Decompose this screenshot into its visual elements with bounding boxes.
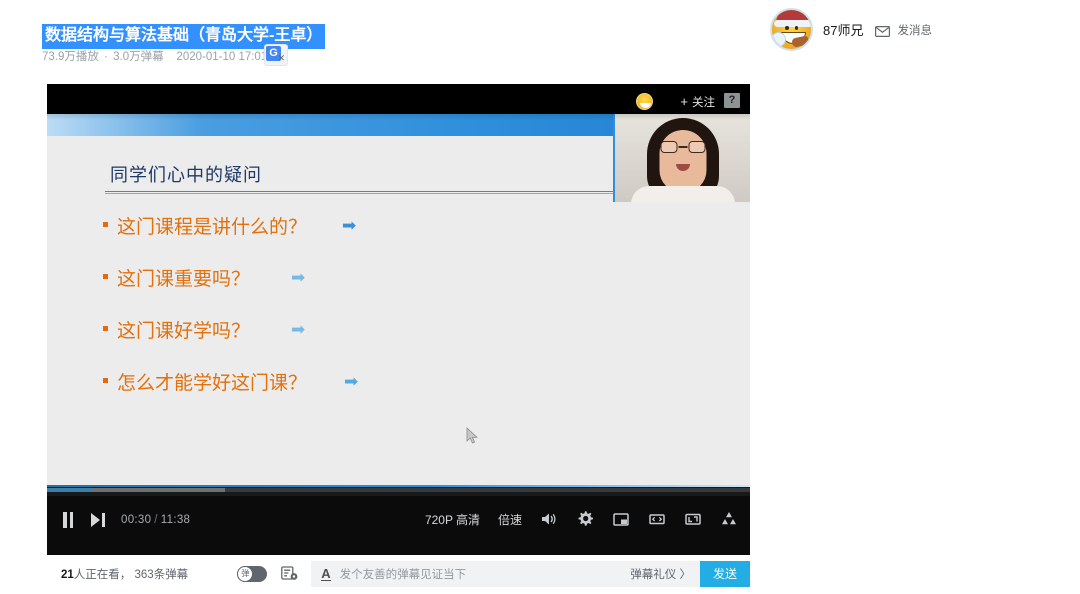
slide-heading: 同学们心中的疑问 [110, 161, 262, 187]
time-separator: / [154, 514, 158, 526]
danmaku-toggle[interactable]: 弹 [237, 566, 267, 582]
arrow-icon: ➡ [291, 321, 305, 338]
bullet-text: 这门课重要吗？ [117, 264, 250, 291]
playback-speed-button[interactable]: 倍速 [498, 511, 522, 528]
danmaku-total-count: 363 [135, 569, 154, 581]
uploader-name[interactable]: 87师兄 [823, 20, 863, 39]
player-controls: 00:30/11:38 720P高清 倍速 [47, 496, 750, 555]
slide-divider [105, 191, 618, 194]
danmaku-count: 3.0万弹幕 [113, 51, 164, 63]
bullet-text: 这门课程是讲什么的？ [117, 212, 307, 239]
webcam-face [659, 130, 706, 192]
slide-bullet: 这门课重要吗？ ➡ [103, 266, 643, 292]
plus-icon: + [680, 94, 688, 109]
quality-value: 720P [425, 513, 453, 527]
bullet-text: 怎么才能学好这门课？ [117, 368, 307, 395]
progress-played [47, 488, 92, 492]
google-translate-icon[interactable]: G ✕ [264, 44, 288, 66]
arrow-icon: ➡ [342, 217, 356, 234]
web-fullscreen-icon[interactable] [720, 510, 738, 528]
player-controls-left: 00:30/11:38 [61, 512, 190, 528]
bullet-text: 这门课好学吗？ [117, 316, 250, 343]
danmaku-input-field[interactable]: A 发个友善的弹幕见证当下 弹幕礼仪 〉 [311, 561, 700, 587]
video-meta: 73.9万播放 · 3.0万弹幕 2020-01-10 17:01:15 [42, 49, 283, 65]
player-controls-right: 720P高清 倍速 [425, 510, 738, 528]
send-danmaku-button[interactable]: 发送 [700, 561, 750, 587]
page-root: 数据结构与算法基础（青岛大学-王卓） 73.9万播放 · 3.0万弹幕 2020… [0, 0, 1080, 594]
watching-suffix: 人正在看， [74, 569, 132, 581]
danmaku-total-suffix: 条弹幕 [154, 569, 189, 581]
overlay-follow-button[interactable]: + 关注 [680, 94, 715, 110]
progress-top-highlight [47, 485, 750, 487]
quality-button[interactable]: 720P高清 [425, 511, 480, 528]
uploader-row: 87师兄 发消息 [770, 8, 932, 51]
translate-close-icon[interactable]: ✕ [277, 53, 285, 64]
slide-bullet: 这门课好学吗？ ➡ [103, 318, 643, 344]
video-main-column: 数据结构与算法基础（青岛大学-王卓） 73.9万播放 · 3.0万弹幕 2020… [0, 0, 760, 594]
pause-button[interactable] [61, 512, 75, 528]
instructor-webcam-overlay [613, 114, 750, 202]
player-top-overlay: + 关注 ? [47, 84, 750, 120]
glasses-icon [660, 141, 705, 154]
slide-bullet-list: 这门课程是讲什么的？ ➡ 这门课重要吗？ ➡ 这门课好学吗？ ➡ [103, 214, 643, 422]
video-player[interactable]: + 关注 ? 同学们心中的疑问 这门课程是讲什么的？ ➡ 这门课重要吗？ [47, 84, 750, 555]
picture-in-picture-icon[interactable] [612, 510, 630, 528]
view-count: 73.9万播放 [42, 51, 99, 63]
avatar-hat [776, 8, 811, 23]
progress-bar[interactable] [47, 485, 750, 496]
widescreen-icon[interactable] [648, 510, 666, 528]
arrow-icon: ➡ [291, 269, 305, 286]
meta-sep-1: · [102, 51, 110, 63]
snowman-icon [771, 32, 786, 47]
time-display: 00:30/11:38 [121, 514, 190, 526]
avatar-scarf [791, 35, 809, 47]
avatar[interactable] [770, 8, 813, 51]
danmaku-etiquette-link[interactable]: 弹幕礼仪 〉 [630, 566, 691, 582]
bullet-square-icon [103, 326, 108, 331]
webcam-body [631, 186, 735, 202]
quality-tag: 高清 [456, 513, 480, 527]
danmaku-input-placeholder: 发个友善的弹幕见证当下 [340, 566, 467, 582]
watching-stats: 21人正在看， 363条弹幕 [61, 566, 188, 582]
overlay-follow-label: 关注 [692, 97, 715, 109]
gear-icon[interactable] [576, 510, 594, 528]
sidebar: 87师兄 发消息 + 关注 7037 弹幕列表 ⋮ 展开 视频选集 [760, 0, 1080, 594]
current-time: 00:30 [121, 514, 151, 526]
envelope-icon[interactable] [875, 24, 890, 35]
total-duration: 11:38 [161, 514, 190, 526]
danmaku-input-bar: 21人正在看， 363条弹幕 弹 A 发个友善的弹幕见证当下 弹幕礼仪 〉 发 [47, 557, 750, 590]
bullet-square-icon [103, 378, 108, 383]
send-message-link[interactable]: 发消息 [897, 22, 932, 38]
avatar-eye [785, 26, 789, 30]
danmaku-settings-icon[interactable] [281, 566, 298, 581]
danmaku-style-button[interactable]: A [321, 567, 330, 581]
volume-icon[interactable] [540, 510, 558, 528]
slide-bullet: 这门课程是讲什么的？ ➡ [103, 214, 643, 240]
help-icon[interactable]: ? [724, 93, 740, 108]
slide-bullet: 怎么才能学好这门课？ ➡ [103, 370, 643, 396]
arrow-icon: ➡ [344, 373, 358, 390]
fullscreen-icon[interactable] [684, 510, 702, 528]
watching-count: 21 [61, 569, 74, 581]
mouse-cursor [466, 427, 479, 445]
avatar-eye [795, 26, 799, 30]
next-episode-button[interactable] [91, 513, 105, 527]
uploader-avatar-overlay[interactable] [636, 93, 653, 110]
bullet-square-icon [103, 222, 108, 227]
danmaku-toggle-knob: 弹 [237, 566, 253, 582]
bullet-square-icon [103, 274, 108, 279]
